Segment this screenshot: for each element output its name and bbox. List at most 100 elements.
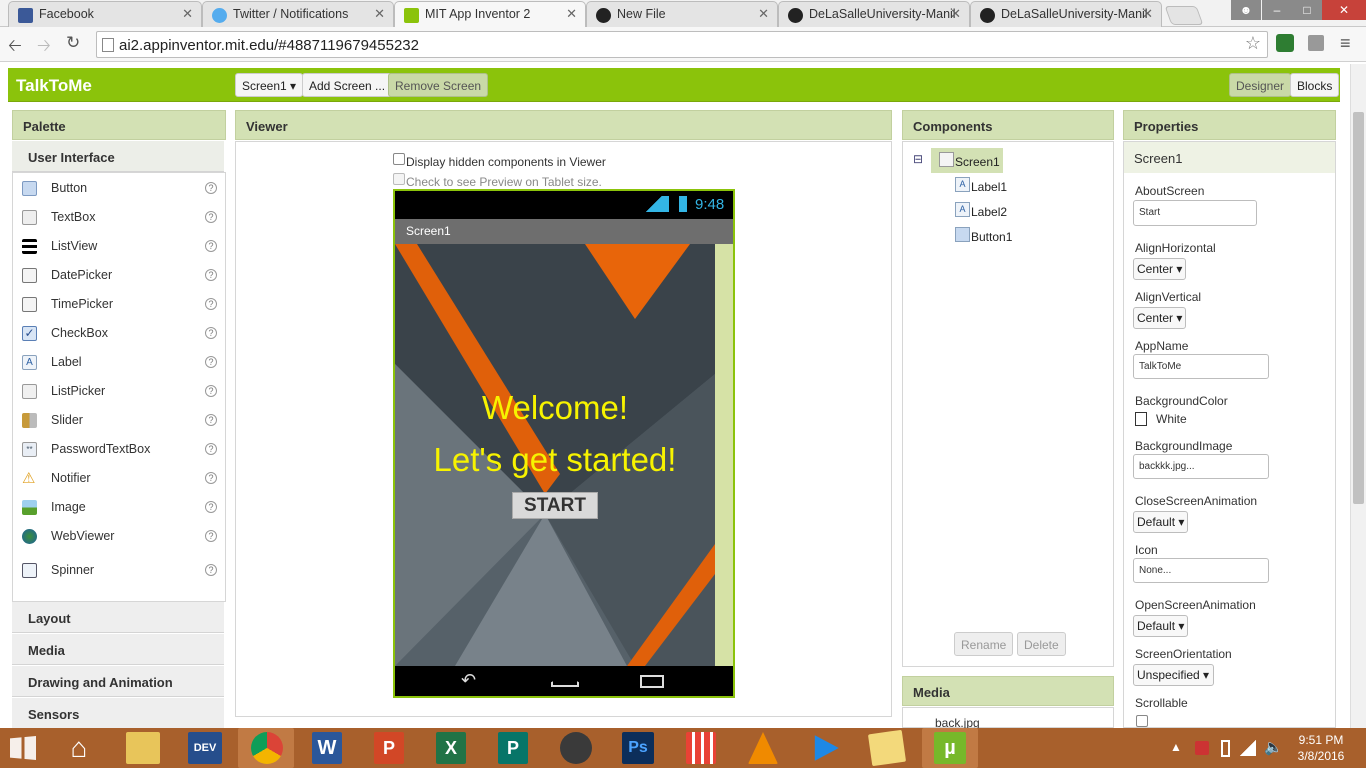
add-screen-button[interactable]: Add Screen ... [302, 73, 393, 97]
app-grid-icon[interactable] [686, 732, 716, 764]
tab-twitter[interactable]: Twitter / Notifications ✕ [202, 1, 394, 27]
help-icon[interactable]: ? [205, 530, 217, 542]
palette-item-notifier[interactable]: ⚠ Notifier? [13, 467, 223, 496]
windows-start-icon[interactable] [10, 736, 36, 760]
help-icon[interactable]: ? [205, 564, 217, 576]
help-icon[interactable]: ? [205, 501, 217, 513]
start-button[interactable]: START [512, 492, 598, 519]
help-icon[interactable]: ? [205, 414, 217, 426]
help-icon[interactable]: ? [205, 211, 217, 223]
home-icon[interactable]: ⌂ [62, 732, 96, 764]
new-tab-button[interactable] [1164, 6, 1204, 25]
collapse-icon[interactable]: ⊟ [913, 152, 923, 166]
palette-category-sensors[interactable]: Sensors [12, 698, 224, 729]
extension-icon-2[interactable] [1308, 35, 1324, 51]
prop-alignv-select[interactable]: Center ▾ [1133, 307, 1186, 329]
prop-about-input[interactable]: Start [1133, 200, 1257, 226]
hidden-components-checkbox[interactable] [393, 153, 405, 165]
close-tab-icon[interactable]: ✕ [566, 6, 577, 22]
media-recorder-icon[interactable] [560, 732, 592, 764]
tab-appinventor[interactable]: MIT App Inventor 2 ✕ [394, 1, 586, 28]
close-tab-icon[interactable]: ✕ [758, 6, 769, 22]
reload-icon[interactable]: ↻ [66, 33, 80, 53]
devcpp-icon[interactable]: DEV [188, 732, 222, 764]
minimize-button[interactable]: – [1262, 0, 1292, 20]
tree-item-screen1[interactable]: Screen1 [931, 148, 1003, 173]
vlc-icon[interactable] [748, 732, 778, 764]
palette-item-image[interactable]: Image? [13, 496, 223, 525]
powerpoint-icon[interactable]: P [374, 732, 404, 764]
phone-home-icon[interactable] [551, 675, 579, 687]
word-icon[interactable]: W [312, 732, 342, 764]
palette-category-user-interface[interactable]: User Interface [12, 141, 224, 172]
help-icon[interactable]: ? [205, 356, 217, 368]
label1-welcome[interactable]: Welcome! [395, 389, 715, 427]
tray-battery-icon[interactable] [1221, 740, 1230, 757]
address-bar[interactable]: ai2.appinventor.mit.edu/#488711967945523… [96, 31, 1268, 58]
sticky-notes-icon[interactable] [867, 729, 907, 767]
scrollbar-thumb[interactable] [1353, 112, 1364, 504]
palette-item-timepicker[interactable]: TimePicker? [13, 293, 223, 322]
palette-item-button[interactable]: Button? [13, 177, 223, 206]
tray-volume-icon[interactable]: 🔈 [1264, 738, 1283, 756]
palette-item-listview[interactable]: ListView? [13, 235, 223, 264]
user-icon[interactable]: ☻ [1231, 0, 1261, 20]
palette-item-webviewer[interactable]: WebViewer? [13, 525, 223, 554]
tree-item-label2[interactable]: A Label2 [953, 200, 1053, 222]
prop-bgcolor-value[interactable]: White [1156, 412, 1187, 426]
palette-item-listpicker[interactable]: ListPicker? [13, 380, 223, 409]
publisher-icon[interactable]: P [498, 732, 528, 764]
bookmark-star-icon[interactable]: ☆ [1245, 33, 1261, 54]
help-icon[interactable]: ? [205, 443, 217, 455]
tab-github-dlsu-2[interactable]: DeLaSalleUniversity-Manil ✕ [970, 1, 1162, 27]
palette-item-datepicker[interactable]: DatePicker? [13, 264, 223, 293]
palette-item-label[interactable]: A Label? [13, 351, 223, 380]
photoshop-icon[interactable]: Ps [622, 732, 654, 764]
help-icon[interactable]: ? [205, 182, 217, 194]
help-icon[interactable]: ? [205, 240, 217, 252]
menu-icon[interactable]: ≡ [1340, 33, 1351, 54]
help-icon[interactable]: ? [205, 472, 217, 484]
help-icon[interactable]: ? [205, 327, 217, 339]
prop-closeanim-select[interactable]: Default ▾ [1133, 511, 1188, 533]
prop-scrollable-checkbox[interactable] [1136, 715, 1148, 727]
tray-antivirus-icon[interactable] [1195, 741, 1209, 755]
tree-item-button1[interactable]: Button1 [953, 225, 1053, 247]
prop-openanim-select[interactable]: Default ▾ [1133, 615, 1188, 637]
prop-bgimage-input[interactable]: backkk.jpg... [1133, 454, 1269, 479]
help-icon[interactable]: ? [205, 385, 217, 397]
close-tab-icon[interactable]: ✕ [1142, 6, 1153, 22]
palette-item-passwordtextbox[interactable]: ** PasswordTextBox? [13, 438, 223, 467]
prop-appname-input[interactable]: TalkToMe [1133, 354, 1269, 379]
prop-icon-input[interactable]: None... [1133, 558, 1269, 583]
media-player-icon[interactable] [814, 735, 839, 761]
palette-category-drawing[interactable]: Drawing and Animation [12, 666, 224, 697]
tree-item-label1[interactable]: A Label1 [953, 175, 1053, 197]
tab-github-dlsu-1[interactable]: DeLaSalleUniversity-Manil ✕ [778, 1, 970, 27]
phone-back-icon[interactable]: ↶ [461, 670, 476, 691]
designer-button[interactable]: Designer [1229, 73, 1292, 97]
close-tab-icon[interactable]: ✕ [950, 6, 961, 22]
palette-item-slider[interactable]: Slider? [13, 409, 223, 438]
tray-time[interactable]: 9:51 PM [1298, 733, 1344, 747]
color-swatch-icon[interactable] [1135, 412, 1147, 426]
palette-category-media[interactable]: Media [12, 634, 224, 665]
label2-started[interactable]: Let's get started! [395, 441, 715, 479]
back-arrow-icon[interactable]: 🡠 [8, 33, 22, 62]
tray-network-icon[interactable] [1240, 740, 1256, 756]
rename-button[interactable]: Rename [954, 632, 1014, 656]
palette-item-spinner[interactable]: Spinner? [13, 559, 223, 588]
prop-orientation-select[interactable]: Unspecified ▾ [1133, 664, 1214, 686]
tray-expand-icon[interactable]: ▲ [1170, 740, 1182, 754]
remove-screen-button[interactable]: Remove Screen [388, 73, 489, 97]
maximize-button[interactable]: □ [1292, 0, 1322, 20]
tray-date[interactable]: 3/8/2016 [1296, 749, 1346, 763]
prop-alignh-select[interactable]: Center ▾ [1133, 258, 1186, 280]
palette-item-checkbox[interactable]: ✓ CheckBox? [13, 322, 223, 351]
tab-facebook[interactable]: Facebook ✕ [8, 1, 202, 27]
close-tab-icon[interactable]: ✕ [374, 6, 385, 22]
page-scrollbar[interactable] [1350, 64, 1366, 728]
chrome-icon[interactable] [251, 732, 283, 764]
tablet-preview-checkbox[interactable] [393, 173, 405, 185]
file-explorer-icon[interactable] [126, 732, 160, 764]
